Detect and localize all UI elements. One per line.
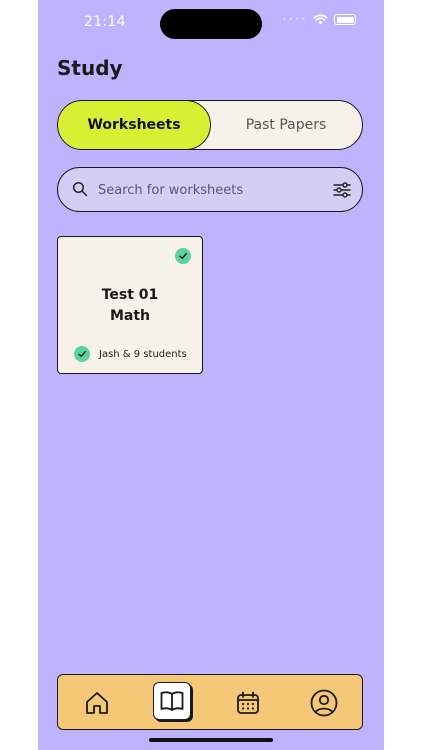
status-icons: •••• bbox=[282, 14, 356, 25]
page-title: Study bbox=[57, 56, 123, 80]
filter-icon[interactable] bbox=[332, 180, 352, 200]
calendar-icon bbox=[237, 691, 259, 714]
participants-check-icon bbox=[74, 346, 90, 362]
worksheet-title-line1: Test 01 bbox=[101, 287, 159, 303]
search-icon bbox=[72, 181, 88, 197]
tab-past-papers[interactable]: Past Papers bbox=[211, 101, 361, 148]
tab-home[interactable] bbox=[78, 684, 116, 722]
worksheet-card[interactable]: Test 01 Math Jash & 9 students bbox=[57, 236, 203, 374]
home-indicator bbox=[149, 738, 273, 742]
tab-calendar[interactable] bbox=[229, 684, 267, 722]
search-input[interactable] bbox=[96, 174, 325, 206]
status-time: 21:14 bbox=[84, 14, 126, 30]
profile-icon bbox=[310, 689, 338, 717]
completed-check-icon bbox=[175, 248, 191, 264]
tab-worksheets[interactable]: Worksheets bbox=[58, 101, 211, 149]
bottom-tab-bar bbox=[57, 674, 363, 730]
worksheet-participants: Jash & 9 students bbox=[99, 348, 187, 360]
wifi-icon bbox=[313, 14, 328, 25]
search-bar bbox=[57, 167, 363, 212]
tab-study[interactable] bbox=[153, 682, 191, 720]
app-screen: 21:14 •••• Study Worksheets Past Papers bbox=[38, 0, 384, 750]
signal-icon: •••• bbox=[281, 14, 307, 25]
battery-icon bbox=[334, 14, 356, 25]
book-icon bbox=[160, 691, 184, 711]
worksheet-footer: Jash & 9 students bbox=[74, 346, 187, 362]
tab-profile[interactable] bbox=[305, 684, 343, 722]
worksheet-title-line2: Math bbox=[109, 308, 151, 324]
worksheet-title: Test 01 Math bbox=[58, 285, 202, 327]
status-bar: 21:14 •••• bbox=[38, 0, 384, 46]
segmented-control: Worksheets Past Papers bbox=[57, 100, 363, 150]
home-icon bbox=[86, 692, 108, 714]
dynamic-island bbox=[160, 9, 262, 39]
